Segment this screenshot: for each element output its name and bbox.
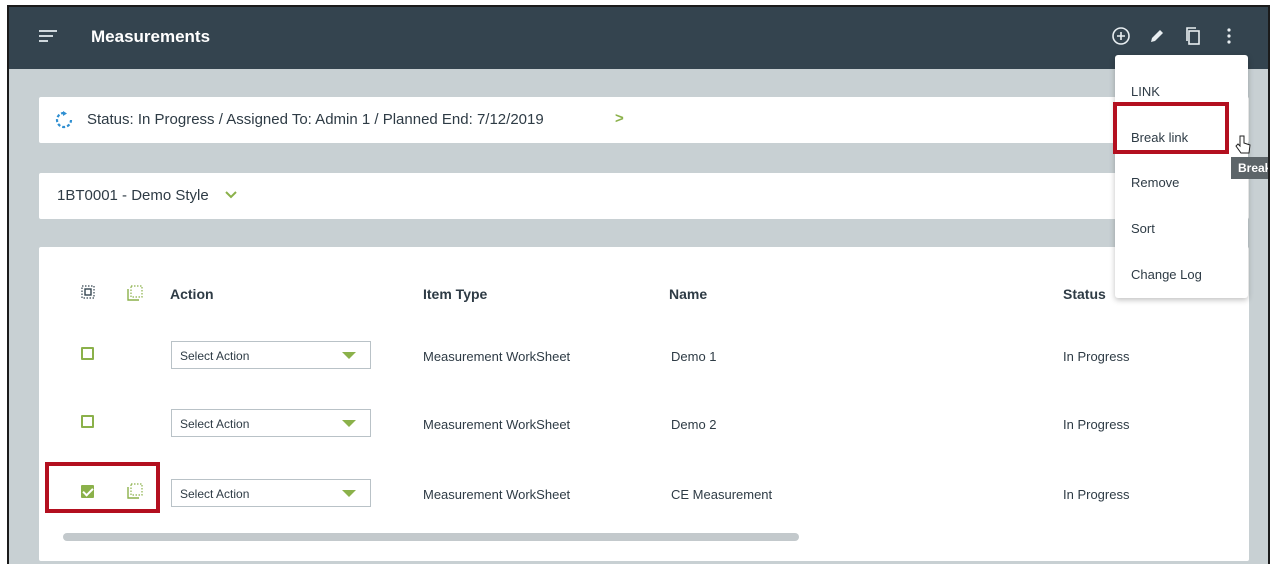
row-checkbox[interactable] [81,415,94,428]
highlight-break-link [1113,102,1229,154]
column-header-item-type[interactable]: Item Type [423,286,487,302]
refresh-icon [55,111,73,129]
row-checkbox[interactable] [81,347,94,360]
menu-icon[interactable] [39,30,57,46]
column-header-action[interactable]: Action [170,286,214,302]
dropdown-triangle-icon [342,490,356,497]
edit-pencil-icon[interactable] [1146,24,1168,48]
app-window: Measurements Status: In Progress / Assig… [7,5,1270,564]
horizontal-scrollbar[interactable] [63,533,799,541]
action-select-value: Select Action [180,417,250,431]
name-cell[interactable]: Demo 1 [671,349,717,364]
status-cell: In Progress [1063,417,1130,432]
menu-item-remove[interactable]: Remove [1131,175,1179,190]
copy-icon[interactable] [1182,24,1204,48]
highlight-selected-row [45,462,160,513]
item-type-cell: Measurement WorkSheet [423,349,571,364]
items-table: Action Item Type Name Status Select Acti… [39,247,1249,561]
menu-item-sort[interactable]: Sort [1131,221,1155,236]
tooltip: Break [1231,157,1268,179]
chevron-down-icon[interactable] [225,188,237,200]
action-select[interactable]: Select Action [171,409,371,437]
menu-item-link[interactable]: LINK [1131,84,1160,99]
header-actions [1110,24,1240,48]
copy-rows-icon[interactable] [127,285,143,306]
action-select[interactable]: Select Action [171,479,371,507]
chevron-right-icon[interactable]: > [615,110,624,127]
name-cell[interactable]: CE Measurement [671,487,772,502]
action-select-value: Select Action [180,349,250,363]
dropdown-triangle-icon [342,420,356,427]
more-vertical-icon[interactable] [1218,24,1240,48]
column-header-name[interactable]: Name [669,286,707,302]
menu-item-change-log[interactable]: Change Log [1131,267,1202,282]
select-all-icon[interactable] [81,285,95,304]
item-type-cell: Measurement WorkSheet [423,487,571,502]
column-header-status[interactable]: Status [1063,286,1106,302]
style-selector[interactable]: 1BT0001 - Demo Style [39,173,1249,219]
action-select-value: Select Action [180,487,250,501]
hand-cursor-icon [1235,135,1251,155]
status-bar[interactable]: Status: In Progress / Assigned To: Admin… [39,97,1249,143]
name-cell[interactable]: Demo 2 [671,417,717,432]
top-header: Measurements [9,7,1268,69]
action-select[interactable]: Select Action [171,341,371,369]
add-circle-icon[interactable] [1110,24,1132,48]
style-name: 1BT0001 - Demo Style [57,187,209,204]
status-cell: In Progress [1063,487,1130,502]
dropdown-triangle-icon [342,352,356,359]
status-cell: In Progress [1063,349,1130,364]
overflow-menu: LINK Break link Remove Sort Change Log [1115,55,1248,298]
item-type-cell: Measurement WorkSheet [423,417,571,432]
status-summary: Status: In Progress / Assigned To: Admin… [87,111,544,128]
page-title: Measurements [91,27,211,46]
